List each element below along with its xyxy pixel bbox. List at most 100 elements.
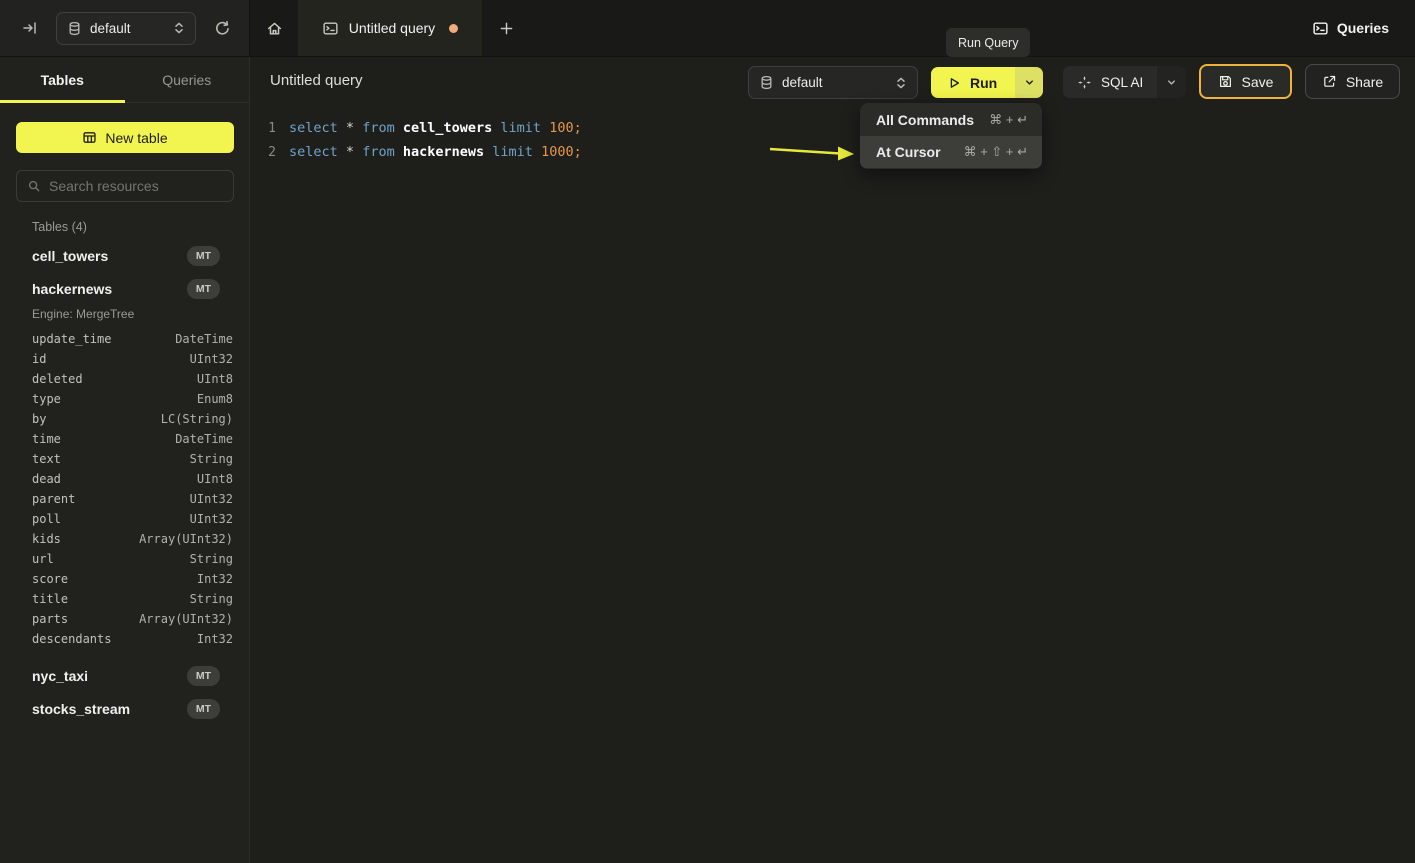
- column-row[interactable]: text String: [0, 449, 250, 469]
- save-button[interactable]: Save: [1199, 64, 1292, 99]
- tab-untitled-query[interactable]: Untitled query: [298, 0, 482, 56]
- new-table-label: New table: [105, 130, 167, 146]
- sql-ai-split-button: SQL AI: [1063, 66, 1186, 98]
- column-row[interactable]: descendants Int32: [0, 629, 250, 649]
- column-row[interactable]: dead UInt8: [0, 469, 250, 489]
- column-type: UInt8: [197, 372, 233, 386]
- column-type: String: [190, 452, 233, 466]
- share-label: Share: [1346, 74, 1383, 90]
- collapse-sidebar-button[interactable]: [18, 16, 42, 40]
- toolbar-database-selector[interactable]: default: [748, 66, 918, 99]
- menu-item-shortcut: ⌘ + ↵: [989, 112, 1028, 128]
- column-row[interactable]: parts Array(UInt32): [0, 609, 250, 629]
- code-text: select * from hackernews limit 1000;: [289, 144, 582, 160]
- table-icon: [82, 130, 97, 145]
- sql-ai-label: SQL AI: [1101, 75, 1143, 90]
- new-tab-button[interactable]: [482, 0, 530, 56]
- column-row[interactable]: score Int32: [0, 569, 250, 589]
- column-name: parts: [32, 612, 68, 626]
- new-table-button[interactable]: New table: [16, 122, 234, 153]
- column-name: parent: [32, 492, 75, 506]
- column-name: title: [32, 592, 68, 606]
- column-name: update_time: [32, 332, 111, 346]
- database-icon: [759, 75, 774, 90]
- column-type: UInt32: [190, 492, 233, 506]
- table-list-item[interactable]: nyc_taxi MT: [0, 659, 250, 692]
- column-type: String: [190, 552, 233, 566]
- column-row[interactable]: deleted UInt8: [0, 369, 250, 389]
- unsaved-changes-dot: [449, 24, 458, 33]
- run-options-menu: All Commands ⌘ + ↵ At Cursor ⌘ + ⇧ + ↵: [860, 103, 1042, 169]
- terminal-icon: [1312, 20, 1329, 37]
- run-options-button[interactable]: [1015, 67, 1043, 98]
- refresh-icon: [214, 20, 231, 37]
- column-row[interactable]: time DateTime: [0, 429, 250, 449]
- menu-item-label: All Commands: [876, 112, 974, 128]
- column-row[interactable]: type Enum8: [0, 389, 250, 409]
- line-number: 2: [250, 145, 276, 160]
- updown-chevron-icon: [173, 21, 185, 35]
- collapse-sidebar-icon: [22, 20, 38, 36]
- engine-badge: MT: [187, 666, 220, 686]
- sidebar-tab-queries[interactable]: Queries: [125, 57, 250, 102]
- share-icon: [1322, 74, 1337, 89]
- plus-icon: [499, 21, 514, 36]
- home-tab[interactable]: [250, 0, 298, 56]
- search-input[interactable]: [49, 178, 230, 194]
- query-title: Untitled query: [270, 72, 363, 89]
- queries-button[interactable]: Queries: [1286, 0, 1415, 56]
- run-query-tooltip: Run Query: [946, 28, 1030, 57]
- engine-badge: MT: [187, 279, 220, 299]
- column-name: text: [32, 452, 61, 466]
- column-row[interactable]: update_time DateTime: [0, 329, 250, 349]
- table-list-item[interactable]: hackernews MT: [0, 272, 250, 305]
- search-box: [16, 170, 234, 202]
- column-type: Array(UInt32): [139, 612, 233, 626]
- engine-badge: MT: [187, 246, 220, 266]
- column-row[interactable]: title String: [0, 589, 250, 609]
- column-row[interactable]: kids Array(UInt32): [0, 529, 250, 549]
- column-name: type: [32, 392, 61, 406]
- topbar: default Untitled query: [0, 0, 1415, 57]
- column-row[interactable]: url String: [0, 549, 250, 569]
- menu-item-label: At Cursor: [876, 144, 941, 160]
- query-toolbar: Untitled query default Run: [250, 57, 1415, 107]
- table-name: stocks_stream: [32, 701, 130, 717]
- run-menu-item[interactable]: All Commands ⌘ + ↵: [860, 104, 1042, 136]
- column-type: UInt32: [190, 512, 233, 526]
- column-name: score: [32, 572, 68, 586]
- run-split-button: Run: [931, 67, 1043, 98]
- tables-list: cell_towers MT hackernews MT Engine: Mer…: [0, 239, 250, 725]
- table-list-item[interactable]: stocks_stream MT: [0, 692, 250, 725]
- refresh-button[interactable]: [210, 16, 235, 41]
- code-line[interactable]: 1 select * from cell_towers limit 100;: [250, 116, 1415, 140]
- sidebar-tab-tables[interactable]: Tables: [0, 57, 125, 102]
- column-row[interactable]: id UInt32: [0, 349, 250, 369]
- table-list-item[interactable]: cell_towers MT: [0, 239, 250, 272]
- table-name: cell_towers: [32, 248, 108, 264]
- chevron-down-icon: [1166, 77, 1177, 88]
- column-name: id: [32, 352, 46, 366]
- column-type: Array(UInt32): [139, 532, 233, 546]
- run-menu-item[interactable]: At Cursor ⌘ + ⇧ + ↵: [860, 136, 1042, 168]
- sparkle-icon: [1077, 75, 1092, 90]
- code-text: select * from cell_towers limit 100;: [289, 120, 582, 136]
- search-icon: [27, 179, 41, 193]
- share-button[interactable]: Share: [1305, 64, 1400, 99]
- run-button[interactable]: Run: [931, 67, 1015, 98]
- sql-ai-options-button[interactable]: [1157, 66, 1186, 98]
- column-type: UInt32: [190, 352, 233, 366]
- chevron-down-icon: [1024, 77, 1035, 88]
- sql-editor[interactable]: 1 select * from cell_towers limit 100; 2…: [250, 107, 1415, 863]
- column-row[interactable]: by LC(String): [0, 409, 250, 429]
- updown-chevron-icon: [895, 76, 907, 90]
- column-row[interactable]: poll UInt32: [0, 509, 250, 529]
- column-type: Enum8: [197, 392, 233, 406]
- sql-ai-button[interactable]: SQL AI: [1063, 66, 1157, 98]
- tab-strip: Untitled query Queries: [250, 0, 1415, 56]
- topbar-database-selector[interactable]: default: [56, 12, 196, 45]
- home-icon: [266, 20, 283, 37]
- table-name: nyc_taxi: [32, 668, 88, 684]
- column-row[interactable]: parent UInt32: [0, 489, 250, 509]
- line-number: 1: [250, 121, 276, 136]
